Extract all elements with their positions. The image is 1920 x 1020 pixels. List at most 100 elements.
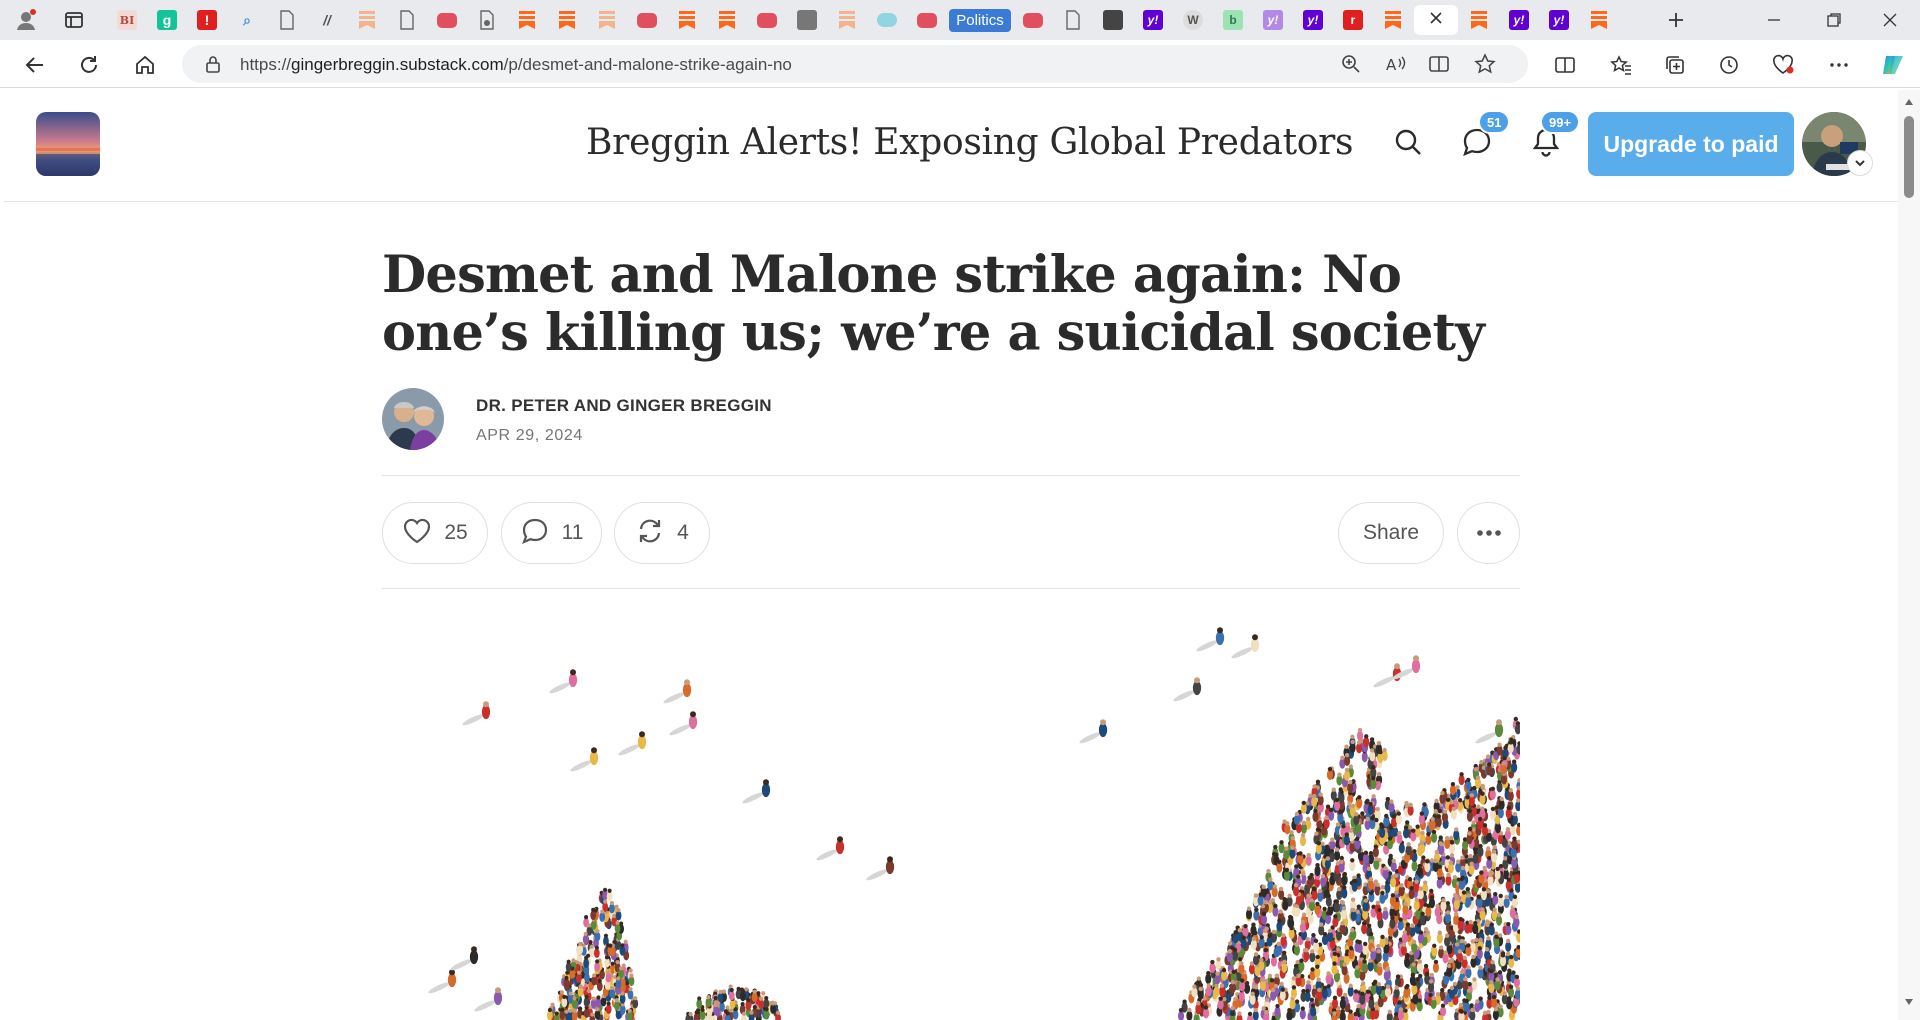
browser-tab[interactable]: ⌕ — [228, 5, 266, 35]
browser-tab[interactable]: // — [308, 5, 346, 35]
share-button[interactable]: Share — [1338, 502, 1444, 564]
browser-tab[interactable] — [748, 5, 786, 35]
browser-tab[interactable]: y! — [1540, 5, 1578, 35]
substack-favicon-icon — [357, 10, 377, 30]
browser-tab[interactable] — [1094, 5, 1132, 35]
chat-badge: 51 — [1478, 110, 1511, 134]
browser-tab[interactable]: BI — [108, 5, 146, 35]
browser-tab[interactable] — [868, 5, 906, 35]
split-screen-icon[interactable] — [1550, 50, 1580, 80]
publication-title[interactable]: Breggin Alerts! Exposing Global Predator… — [586, 122, 1354, 163]
copilot-icon[interactable] — [1878, 50, 1908, 80]
yahoo-favicon-icon: y! — [1143, 10, 1163, 30]
search-icon[interactable] — [1388, 122, 1428, 162]
back-button[interactable] — [20, 50, 50, 80]
browser-tab[interactable]: b — [1214, 5, 1252, 35]
page-scrollbar[interactable] — [1898, 90, 1920, 1020]
video-favicon-icon — [757, 12, 777, 28]
refresh-button[interactable] — [74, 50, 104, 80]
browser-tab[interactable] — [1374, 5, 1412, 35]
restore-icon[interactable] — [1822, 8, 1846, 32]
profile-icon[interactable] — [14, 8, 38, 32]
browser-tab-active[interactable] — [1414, 5, 1458, 35]
search-favicon-icon: ⌕ — [243, 11, 251, 28]
browser-essentials-icon[interactable] — [1768, 50, 1798, 80]
post-title: Desmet and Malone strike again: No one’s… — [382, 245, 1485, 363]
document-favicon-icon — [397, 10, 417, 30]
minimize-icon[interactable] — [1762, 8, 1786, 32]
comment-count: 11 — [561, 521, 584, 544]
browser-tab[interactable] — [788, 5, 826, 35]
new-tab-icon[interactable] — [1664, 8, 1688, 32]
browser-tab[interactable]: y! — [1294, 5, 1332, 35]
browser-tab[interactable] — [348, 5, 386, 35]
url-field[interactable]: https://gingerbreggin.substack.com/p/des… — [182, 45, 1528, 83]
browser-tab[interactable] — [468, 5, 506, 35]
author-avatar[interactable] — [382, 388, 444, 450]
video-favicon-icon — [917, 12, 937, 28]
more-menu-icon[interactable] — [1824, 50, 1854, 80]
scroll-up-arrow-icon[interactable] — [1903, 96, 1915, 108]
url-path: /p/desmet-and-malone-strike-again-no — [503, 55, 792, 74]
site-header: Breggin Alerts! Exposing Global Predator… — [4, 90, 1900, 202]
favorite-star-icon[interactable] — [1472, 51, 1498, 77]
author-name[interactable]: DR. PETER AND GINGER BREGGIN — [476, 396, 772, 416]
browser-tab[interactable] — [1014, 5, 1052, 35]
browser-tab[interactable] — [1580, 5, 1618, 35]
collections-icon[interactable] — [1660, 50, 1690, 80]
scroll-thumb[interactable] — [1904, 116, 1914, 198]
browser-tab[interactable] — [1054, 5, 1092, 35]
browser-tab[interactable]: W — [1174, 5, 1212, 35]
more-options-button[interactable] — [1457, 502, 1520, 564]
browser-tab[interactable] — [1460, 5, 1498, 35]
zoom-icon[interactable] — [1338, 51, 1364, 77]
restack-count: 4 — [677, 521, 689, 544]
tab-group-label: Politics — [949, 8, 1011, 32]
like-button[interactable]: 25 — [382, 502, 488, 564]
tab-group-politics[interactable]: Politics — [948, 5, 1012, 35]
browser-tab[interactable] — [428, 5, 466, 35]
restack-button[interactable]: 4 — [614, 502, 710, 564]
browser-tab[interactable] — [628, 5, 666, 35]
browser-tab[interactable]: y! — [1134, 5, 1172, 35]
browser-tab[interactable] — [508, 5, 546, 35]
grammarly-favicon-icon: g — [157, 10, 177, 30]
browser-tab[interactable]: ! — [188, 5, 226, 35]
history-icon[interactable] — [1714, 50, 1744, 80]
read-aloud-icon[interactable]: A — [1382, 51, 1408, 77]
site-favicon-icon: b — [1223, 10, 1243, 30]
browser-tab[interactable] — [828, 5, 866, 35]
browser-tab[interactable] — [388, 5, 426, 35]
hero-image[interactable] — [382, 610, 1520, 1020]
browser-tab[interactable] — [268, 5, 306, 35]
actions-divider — [382, 588, 1520, 589]
substack-favicon-icon — [517, 10, 537, 30]
crowd-illustration — [428, 627, 1520, 1020]
account-menu-chevron-icon[interactable] — [1847, 150, 1873, 176]
home-button[interactable] — [130, 50, 160, 80]
browser-tab[interactable]: r — [1334, 5, 1372, 35]
browser-tab[interactable] — [908, 5, 946, 35]
restack-icon — [635, 516, 665, 551]
yahoo-favicon-icon: y! — [1263, 10, 1283, 30]
lock-icon[interactable] — [200, 51, 226, 77]
browser-tab[interactable] — [668, 5, 706, 35]
heart-icon — [402, 517, 432, 550]
tab-actions-icon[interactable] — [62, 8, 86, 32]
scroll-down-arrow-icon[interactable] — [1903, 996, 1915, 1008]
browser-tab[interactable]: y! — [1254, 5, 1292, 35]
close-tab-icon[interactable] — [1429, 11, 1443, 30]
comment-button[interactable]: 11 — [501, 502, 602, 564]
upgrade-to-paid-button[interactable]: Upgrade to paid — [1588, 112, 1794, 176]
close-window-icon[interactable] — [1878, 8, 1902, 32]
favorites-icon[interactable] — [1606, 50, 1636, 80]
publication-logo[interactable] — [36, 112, 100, 176]
browser-tab[interactable]: y! — [1500, 5, 1538, 35]
immersive-reader-icon[interactable] — [1426, 51, 1452, 77]
browser-tab[interactable] — [708, 5, 746, 35]
comment-icon — [520, 516, 550, 551]
address-bar-row: https://gingerbreggin.substack.com/p/des… — [0, 40, 1920, 88]
browser-tab[interactable] — [548, 5, 586, 35]
browser-tab[interactable] — [588, 5, 626, 35]
browser-tab[interactable]: g — [148, 5, 186, 35]
